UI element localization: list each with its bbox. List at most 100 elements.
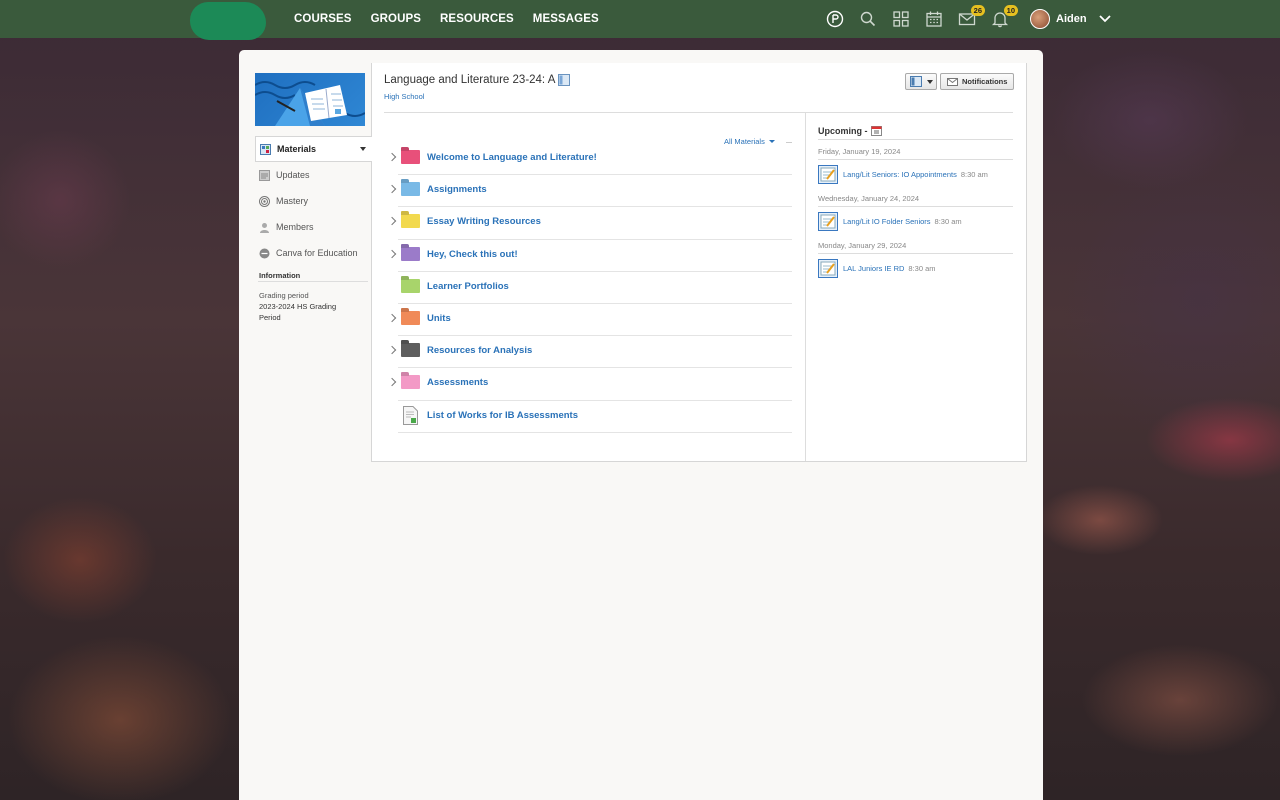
- upcoming-date: Monday, January 29, 2024: [818, 241, 907, 250]
- material-link[interactable]: Resources for Analysis: [427, 345, 532, 356]
- main-panel: Materials Updates Mastery Members Canva …: [239, 50, 1043, 800]
- page-title: Language and Literature 23-24: A: [384, 74, 556, 86]
- updates-icon: [259, 169, 270, 181]
- nav-icon-group: 26 10: [826, 0, 1024, 38]
- course-school-link[interactable]: High School: [384, 92, 424, 101]
- nav-courses[interactable]: COURSES: [294, 13, 352, 25]
- assignment-icon: [818, 165, 838, 184]
- upcoming-heading: Upcoming -: [818, 125, 882, 136]
- messages-badge: 26: [970, 5, 985, 16]
- caret-down-icon: [927, 79, 933, 84]
- sidebar-item-label: Materials: [277, 144, 317, 154]
- apps-grid-icon[interactable]: [892, 10, 910, 28]
- sidebar-item-label: Updates: [276, 170, 310, 180]
- event-link[interactable]: Lang/Lit Seniors: IO Appointments: [843, 170, 957, 179]
- folder-icon: [401, 182, 420, 197]
- avatar: [1030, 9, 1050, 29]
- list-item[interactable]: Hey, Check this out!: [387, 240, 792, 272]
- caret-down-icon[interactable]: [360, 147, 366, 151]
- chevron-right-icon[interactable]: [387, 313, 397, 323]
- list-item[interactable]: Welcome to Language and Literature!: [387, 143, 792, 176]
- sidebar-item-materials[interactable]: Materials: [255, 136, 372, 162]
- materials-list: Welcome to Language and Literature! Assi…: [387, 143, 792, 433]
- header-divider: [384, 112, 1013, 113]
- column-divider: [805, 113, 806, 461]
- nav-messages[interactable]: MESSAGES: [533, 13, 599, 25]
- sidebar-item-members[interactable]: Members: [255, 214, 372, 240]
- sidebar-item-canva[interactable]: Canva for Education: [255, 240, 372, 266]
- course-sidebar: Materials Updates Mastery Members Canva …: [255, 136, 372, 266]
- list-item[interactable]: Learner Portfolios: [398, 272, 792, 304]
- folder-icon: [401, 375, 420, 390]
- folder-icon: [401, 246, 420, 261]
- list-item[interactable]: Assessments: [387, 368, 792, 401]
- folder-icon: [401, 310, 420, 325]
- upcoming-event[interactable]: Lang/Lit IO Folder Seniors 8:30 am: [818, 212, 962, 231]
- assignment-icon: [818, 212, 838, 231]
- material-link[interactable]: Units: [427, 313, 451, 324]
- envelope-icon: [947, 77, 958, 86]
- folder-icon: [401, 214, 420, 229]
- nav-groups[interactable]: GROUPS: [371, 13, 421, 25]
- user-menu[interactable]: Aiden: [1030, 0, 1111, 38]
- calendar-icon[interactable]: [925, 10, 943, 28]
- list-item[interactable]: Resources for Analysis: [387, 336, 792, 369]
- spreadsheet-file-icon: [403, 405, 418, 425]
- school-logo[interactable]: [190, 2, 266, 40]
- sidebar-item-label: Mastery: [276, 196, 309, 206]
- sidebar-item-label: Canva for Education: [276, 248, 358, 258]
- material-link[interactable]: Welcome to Language and Literature!: [427, 152, 597, 163]
- list-item[interactable]: Units: [387, 304, 792, 337]
- material-link[interactable]: List of Works for IB Assessments: [427, 410, 578, 421]
- upcoming-event[interactable]: Lang/Lit Seniors: IO Appointments 8:30 a…: [818, 165, 988, 184]
- bell-icon[interactable]: 10: [991, 5, 1018, 28]
- divider: [818, 253, 1013, 254]
- list-item[interactable]: List of Works for IB Assessments: [398, 401, 792, 433]
- material-link[interactable]: Essay Writing Resources: [427, 216, 541, 227]
- chevron-right-icon[interactable]: [387, 217, 397, 226]
- sidebar-item-mastery[interactable]: Mastery: [255, 188, 372, 214]
- folder-icon: [401, 150, 420, 164]
- upcoming-event[interactable]: LAL Juniors IE RD 8:30 am: [818, 259, 936, 278]
- sidebar-item-label: Members: [276, 222, 314, 232]
- chevron-right-icon[interactable]: [387, 378, 397, 387]
- list-item[interactable]: Essay Writing Resources: [387, 207, 792, 240]
- upcoming-title: Upcoming -: [818, 125, 868, 136]
- event-time: 8:30 am: [934, 217, 962, 226]
- materials-icon: [260, 143, 271, 155]
- event-link[interactable]: Lang/Lit IO Folder Seniors: [843, 217, 931, 226]
- material-link[interactable]: Assignments: [427, 184, 487, 195]
- material-link[interactable]: Assessments: [427, 377, 488, 388]
- divider: [258, 281, 368, 282]
- calendar-icon[interactable]: [870, 125, 882, 136]
- top-nav-bar: COURSES GROUPS RESOURCES MESSAGES 26 10 …: [0, 0, 1280, 40]
- course-title-row: Language and Literature 23-24: A: [384, 74, 571, 86]
- chevron-right-icon[interactable]: [387, 249, 397, 258]
- mastery-icon: [259, 195, 270, 207]
- material-link[interactable]: Learner Portfolios: [427, 281, 509, 292]
- material-link[interactable]: Hey, Check this out!: [427, 249, 518, 260]
- chevron-right-icon[interactable]: [387, 152, 397, 162]
- view-options-button[interactable]: [905, 73, 937, 90]
- notifications-badge: 10: [1003, 5, 1018, 16]
- event-time: 8:30 am: [908, 264, 936, 273]
- nav-resources[interactable]: RESOURCES: [440, 13, 514, 25]
- upcoming-date: Friday, January 19, 2024: [818, 147, 901, 156]
- course-info-icon[interactable]: [558, 74, 571, 86]
- course-banner-image: [255, 73, 365, 126]
- sign-in-icon[interactable]: [826, 10, 844, 28]
- sidebar-item-updates[interactable]: Updates: [255, 162, 372, 188]
- list-item[interactable]: Assignments: [387, 175, 792, 208]
- search-icon[interactable]: [859, 10, 877, 28]
- main-nav-links: COURSES GROUPS RESOURCES MESSAGES: [294, 0, 599, 38]
- layout-icon: [910, 76, 922, 87]
- envelope-icon[interactable]: 26: [958, 5, 985, 28]
- chevron-right-icon[interactable]: [387, 184, 397, 194]
- members-icon: [260, 222, 269, 233]
- event-link[interactable]: LAL Juniors IE RD: [843, 264, 904, 273]
- notifications-button-label: Notifications: [962, 77, 1008, 86]
- notifications-button[interactable]: Notifications: [940, 73, 1014, 90]
- event-time: 8:30 am: [960, 170, 988, 179]
- chevron-right-icon[interactable]: [387, 345, 397, 355]
- divider: [818, 206, 1013, 207]
